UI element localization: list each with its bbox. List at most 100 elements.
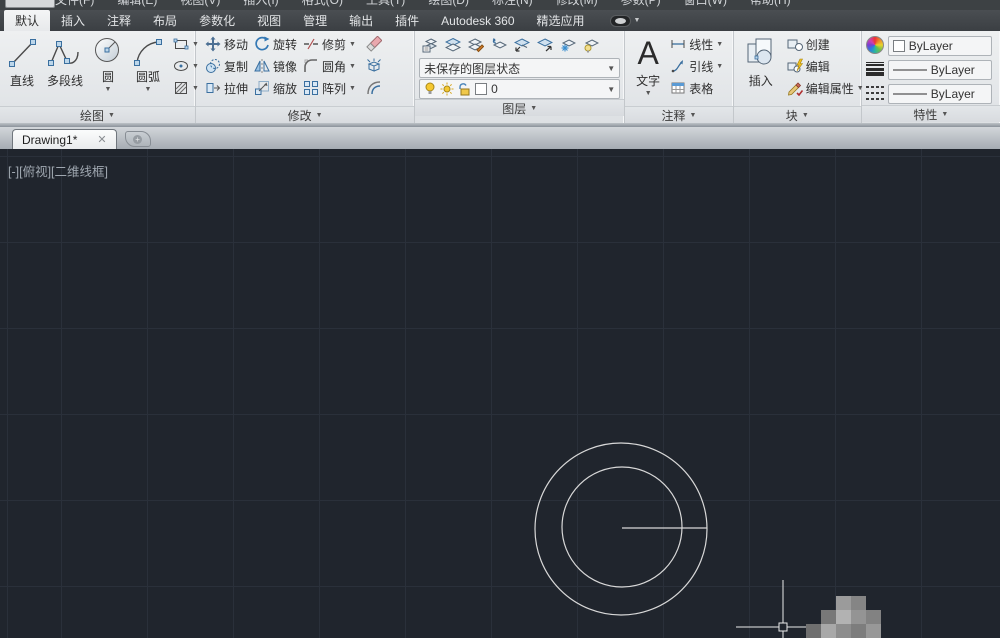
erase-tool-button[interactable] (363, 34, 385, 55)
scale-icon (254, 80, 270, 96)
linear-dimension-button[interactable]: 线性 ▼ (667, 33, 726, 55)
chevron-down-icon: ▼ (108, 112, 115, 119)
chevron-down-icon: ▼ (607, 64, 615, 73)
menu-item-edit[interactable]: 编辑(E) (117, 0, 157, 10)
menu-item-help[interactable]: 帮助(H) (750, 0, 791, 10)
document-tab-drawing1[interactable]: Drawing1* ✕ (12, 129, 117, 149)
ribbon-tab-insert[interactable]: 插入 (50, 10, 96, 31)
linetype-dropdown[interactable]: ByLayer (888, 84, 992, 104)
unlock-icon (458, 82, 471, 96)
ribbon-tab-home[interactable]: 默认 (4, 10, 50, 31)
layer-previous-button[interactable] (488, 35, 510, 56)
ribbon-options-button[interactable]: ▼ (610, 10, 641, 31)
array-tool-button[interactable]: 阵列 ▼ (300, 77, 359, 99)
ribbon-tab-view[interactable]: 视图 (246, 10, 292, 31)
ribbon-tab-output[interactable]: 输出 (338, 10, 384, 31)
chevron-down-icon[interactable]: ▼ (349, 85, 356, 92)
layer-match-button[interactable] (465, 35, 487, 56)
edit-block-button[interactable]: 编辑 (784, 55, 867, 77)
stretch-icon (205, 80, 221, 96)
menu-item-file[interactable]: 文件(F) (55, 0, 94, 10)
lineweight-dropdown[interactable]: ByLayer (888, 60, 992, 80)
layer-previous-icon (491, 37, 507, 53)
ribbon-tab-featured-apps[interactable]: 精选应用 (526, 10, 596, 31)
menu-item-view[interactable]: 视图(V) (180, 0, 220, 10)
line-tool-button[interactable]: 直线 (2, 33, 42, 106)
layer-freeze-button[interactable] (557, 35, 579, 56)
chevron-down-icon: ▼ (802, 112, 809, 119)
chevron-down-icon[interactable]: ▼ (145, 86, 152, 93)
layer-state-dropdown[interactable]: 未保存的图层状态 ▼ (419, 58, 620, 78)
layer-state-button[interactable] (442, 35, 464, 56)
menu-item-draw[interactable]: 绘图(D) (428, 0, 469, 10)
rotate-tool-button[interactable]: 旋转 (251, 33, 300, 55)
ribbon-tab-a360[interactable]: Autodesk 360 (430, 10, 525, 31)
insert-block-button[interactable]: 插入 (740, 33, 782, 106)
viewport-controls[interactable]: [-][俯视][二维线框] (8, 161, 108, 180)
layer-isolate-button[interactable] (511, 35, 533, 56)
drawing-canvas[interactable]: [-][俯视][二维线框] (0, 149, 1000, 638)
ribbon-tab-layout[interactable]: 布局 (142, 10, 188, 31)
fillet-tool-button[interactable]: 圆角 ▼ (300, 55, 359, 77)
panel-title-draw[interactable]: 绘图▼ (0, 106, 195, 123)
chevron-down-icon[interactable]: ▼ (645, 90, 652, 97)
edit-attributes-button[interactable]: 编辑属性 ▼ (784, 77, 867, 99)
object-color-dropdown[interactable]: ByLayer (888, 36, 992, 56)
menu-item-format[interactable]: 格式(O) (302, 0, 343, 10)
layer-off-button[interactable] (580, 35, 602, 56)
censor-mosaic-block (851, 624, 866, 638)
create-block-button[interactable]: 创建 (784, 33, 867, 55)
menu-item-insert[interactable]: 插入(I) (243, 0, 278, 10)
copy-tool-button[interactable]: 复制 (202, 55, 251, 77)
menu-item-tools[interactable]: 工具(T) (366, 0, 405, 10)
menu-item-window[interactable]: 窗口(W) (684, 0, 727, 10)
arc-tool-button[interactable]: 圆弧 ▼ (128, 33, 168, 106)
chevron-down-icon[interactable]: ▼ (716, 63, 723, 70)
scale-tool-button[interactable]: 缩放 (251, 77, 300, 99)
panel-title-modify[interactable]: 修改▼ (196, 106, 414, 123)
new-drawing-button[interactable]: + (125, 131, 151, 147)
text-tool-button[interactable]: A 文字 ▼ (633, 33, 663, 106)
explode-icon (366, 58, 382, 74)
quick-access-toolbar-stub[interactable] (5, 0, 55, 8)
layer-dropdown[interactable]: 0 ▼ (419, 79, 620, 99)
panel-title-block[interactable]: 块▼ (734, 106, 861, 123)
leader-button[interactable]: 引线 ▼ (667, 55, 726, 77)
panel-properties: ByLayer ByLayer ByLayer (862, 31, 1000, 123)
ribbon-tab-addins[interactable]: 插件 (384, 10, 430, 31)
mirror-tool-button[interactable]: 镜像 (251, 55, 300, 77)
move-tool-button[interactable]: 移动 (202, 33, 251, 55)
polyline-tool-button[interactable]: 多段线 (42, 33, 88, 106)
layer-stack-icon (445, 37, 461, 53)
explode-tool-button[interactable] (363, 56, 385, 77)
chevron-down-icon[interactable]: ▼ (349, 63, 356, 70)
sun-icon (440, 82, 454, 96)
mirror-icon (254, 58, 270, 74)
ribbon-tab-manage[interactable]: 管理 (292, 10, 338, 31)
menu-item-modify[interactable]: 修改(M) (556, 0, 598, 10)
chevron-down-icon[interactable]: ▼ (105, 86, 112, 93)
layer-properties-button[interactable] (419, 35, 441, 56)
menu-item-dimension[interactable]: 标注(N) (492, 0, 533, 10)
panel-title-layers[interactable]: 图层▼ (415, 99, 624, 116)
document-tab-bar: Drawing1* ✕ + (0, 127, 1000, 149)
panel-title-properties[interactable]: 特性▼ (862, 105, 1000, 122)
censor-mosaic-block (806, 624, 821, 638)
censor-mosaic-block (821, 610, 836, 624)
censor-mosaic-block (851, 596, 866, 610)
close-icon[interactable]: ✕ (97, 133, 106, 146)
linetype-sample (893, 92, 927, 96)
ribbon-tab-parametric[interactable]: 参数化 (188, 10, 246, 31)
table-button[interactable]: 表格 (667, 77, 726, 99)
stretch-tool-button[interactable]: 拉伸 (202, 77, 251, 99)
panel-title-annotation[interactable]: 注释▼ (625, 106, 733, 123)
layer-unisolate-button[interactable] (534, 35, 556, 56)
circle-tool-button[interactable]: 圆 ▼ (88, 33, 128, 106)
menu-item-parametric[interactable]: 参数(P) (621, 0, 661, 10)
ribbon-tab-annotate[interactable]: 注释 (96, 10, 142, 31)
chevron-down-icon[interactable]: ▼ (716, 41, 723, 48)
move-icon (205, 36, 221, 52)
chevron-down-icon[interactable]: ▼ (349, 41, 356, 48)
offset-tool-button[interactable] (363, 78, 385, 99)
trim-tool-button[interactable]: 修剪 ▼ (300, 33, 359, 55)
